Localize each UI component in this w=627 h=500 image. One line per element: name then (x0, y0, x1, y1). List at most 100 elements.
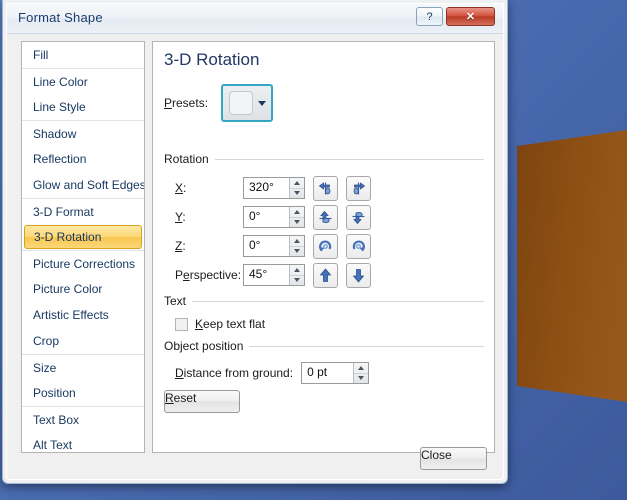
sidebar-item-label: 3-D Format (33, 205, 94, 219)
rotation-y-spinner[interactable]: 0° (243, 206, 305, 228)
distance-from-ground-value[interactable]: 0 pt (302, 363, 353, 383)
sidebar-item-crop[interactable]: Crop (22, 328, 144, 354)
sidebar-item-line-style[interactable]: Line Style (22, 94, 144, 120)
sidebar-item-picture-corrections[interactable]: Picture Corrections (22, 250, 144, 276)
rotate-y-up-button[interactable] (313, 204, 338, 230)
sidebar-item-label: Artistic Effects (33, 308, 109, 322)
sidebar-item-alt-text[interactable]: Alt Text (22, 432, 144, 452)
title-bar: Format Shape ? ✕ (7, 4, 503, 34)
rotation-y-label: Y: (175, 210, 186, 224)
group-divider (214, 158, 484, 160)
stepper-down-icon[interactable] (354, 374, 368, 384)
rotation-row-z: Z: 0° (175, 233, 371, 259)
perspective-spinner[interactable]: 45° (243, 264, 305, 286)
stepper-down-icon[interactable] (290, 218, 304, 228)
category-sidebar[interactable]: Fill Line Color Line Style Shadow Reflection… (21, 41, 145, 453)
sidebar-item-picture-color[interactable]: Picture Color (22, 276, 144, 302)
rotation-x-stepper[interactable] (289, 178, 304, 198)
preset-preview-swatch (228, 91, 253, 115)
rotate-z-clockwise-button[interactable] (346, 233, 371, 259)
object-position-group-header: Object position (164, 339, 484, 353)
close-dialog-button[interactable]: Close (420, 447, 487, 470)
sidebar-item-artistic-effects[interactable]: Artistic Effects (22, 302, 144, 328)
window-title: Format Shape (18, 10, 103, 25)
sidebar-item-label: Picture Color (33, 282, 103, 296)
stepper-down-icon[interactable] (290, 189, 304, 199)
distance-from-ground-spinner[interactable]: 0 pt (301, 362, 370, 384)
dialog-inner-frame: Format Shape ? ✕ Fill Line Color Line Styl… (6, 3, 504, 480)
rotate-y-down-button[interactable] (346, 204, 371, 230)
help-button[interactable]: ? (416, 7, 443, 26)
presets-row: Presets: (164, 84, 273, 122)
keep-text-flat-checkbox[interactable] (175, 317, 188, 331)
stepper-up-icon[interactable] (290, 265, 304, 276)
rotation-y-stepper[interactable] (289, 207, 304, 227)
chevron-down-icon (257, 100, 266, 106)
presets-label: Presets: (164, 96, 209, 110)
perspective-label: Perspective: (175, 268, 242, 282)
sidebar-item-label: Fill (33, 48, 49, 62)
sidebar-item-size[interactable]: Size (22, 354, 144, 380)
sidebar-item-label: Reflection (33, 152, 87, 166)
sidebar-item-label: Alt Text (33, 438, 73, 452)
object-position-group-label: Object position (164, 339, 244, 353)
stepper-up-icon[interactable] (290, 236, 304, 247)
rotation-z-stepper[interactable] (289, 236, 304, 256)
distance-from-ground-label: Distance from ground: (175, 366, 294, 380)
sidebar-item-text-box[interactable]: Text Box (22, 406, 144, 432)
rotation-panel: 3-D Rotation Presets: Rotation X: 320° Y… (152, 41, 495, 453)
close-window-button[interactable]: ✕ (446, 7, 495, 26)
rotation-row-x: X: 320° (175, 175, 371, 201)
rotate-x-right-button[interactable] (346, 175, 371, 201)
sidebar-item-shadow[interactable]: Shadow (22, 120, 144, 146)
rotation-z-value[interactable]: 0° (244, 236, 289, 256)
stepper-down-icon[interactable] (290, 276, 304, 286)
rotation-group-label: Rotation (164, 152, 209, 166)
sidebar-item-glow-and-soft-edges[interactable]: Glow and Soft Edges (22, 172, 144, 198)
stepper-down-icon[interactable] (290, 247, 304, 257)
perspective-stepper[interactable] (289, 265, 304, 285)
rotate-x-left-button[interactable] (313, 175, 338, 201)
page-title: 3-D Rotation (164, 50, 260, 69)
rotated-rectangle-face (517, 130, 627, 402)
sidebar-item-fill[interactable]: Fill (22, 42, 144, 68)
perspective-row: Perspective: 45° (175, 262, 371, 288)
rotation-z-label: Z: (175, 239, 186, 253)
sidebar-item-label: Line Color (33, 75, 88, 89)
perspective-value[interactable]: 45° (244, 265, 289, 285)
rotation-x-value[interactable]: 320° (244, 178, 289, 198)
sidebar-item-reflection[interactable]: Reflection (22, 146, 144, 172)
text-group-header: Text (164, 294, 484, 308)
group-divider (192, 300, 484, 302)
keep-text-flat-row[interactable]: Keep text flat (175, 317, 265, 331)
sidebar-item-3-d-format[interactable]: 3-D Format (22, 198, 144, 224)
dialog-content: Fill Line Color Line Style Shadow Reflection… (7, 35, 503, 479)
stepper-up-icon[interactable] (290, 207, 304, 218)
stepper-up-icon[interactable] (354, 363, 369, 374)
keep-text-flat-label: Keep text flat (195, 317, 266, 331)
rotation-group-header: Rotation (164, 152, 484, 166)
stepper-up-icon[interactable] (290, 178, 304, 189)
sidebar-item-line-color[interactable]: Line Color (22, 68, 144, 94)
reset-button[interactable]: Reset (164, 390, 240, 413)
rotation-x-spinner[interactable]: 320° (243, 177, 305, 199)
sidebar-item-label: Text Box (33, 413, 80, 427)
perspective-decrease-button[interactable] (313, 262, 338, 288)
sidebar-item-label: Glow and Soft Edges (33, 178, 145, 192)
presets-dropdown-button[interactable] (221, 84, 273, 122)
sidebar-item-label: Crop (33, 334, 60, 348)
group-divider (249, 345, 484, 347)
sidebar-item-label: 3-D Rotation (34, 230, 102, 244)
rotation-x-label: X: (175, 181, 187, 195)
rotate-z-counterclockwise-button[interactable] (313, 233, 338, 259)
distance-stepper[interactable] (353, 363, 369, 384)
rotation-z-spinner[interactable]: 0° (243, 235, 305, 257)
perspective-increase-button[interactable] (346, 262, 371, 288)
sidebar-item-label: Shadow (33, 127, 77, 141)
text-group-label: Text (164, 294, 187, 308)
sidebar-item-label: Size (33, 361, 57, 375)
sidebar-item-label: Line Style (33, 100, 86, 114)
rotation-y-value[interactable]: 0° (244, 207, 289, 227)
sidebar-item-position[interactable]: Position (22, 380, 144, 406)
sidebar-item-3-d-rotation[interactable]: 3-D Rotation (24, 225, 142, 249)
